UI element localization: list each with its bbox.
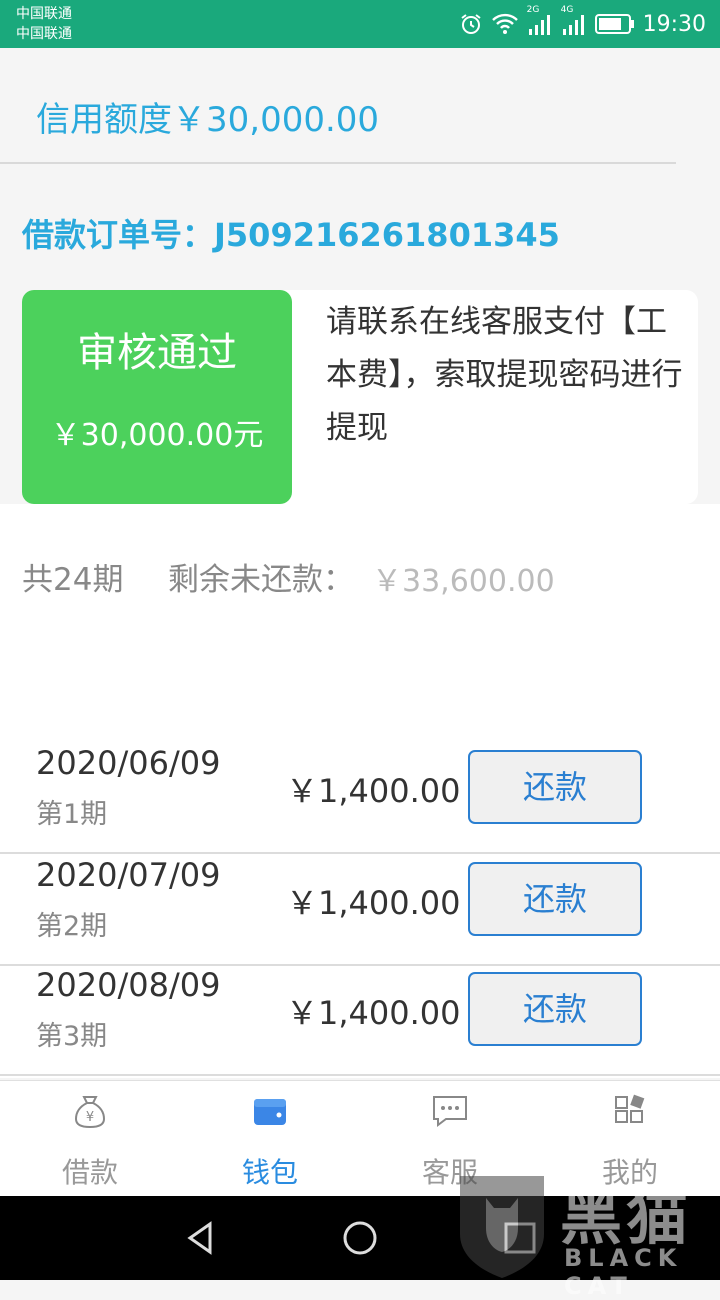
wifi-icon bbox=[491, 13, 518, 34]
alarm-icon bbox=[460, 14, 481, 34]
approval-status: 审核通过 bbox=[77, 330, 237, 376]
installment-term: 第3期 bbox=[36, 1021, 108, 1052]
installment-date: 2020/06/09 bbox=[36, 744, 221, 782]
installment-amount: ￥1,400.00 bbox=[286, 772, 461, 810]
installment-row: 2020/07/09 第2期 ￥1,400.00 还款 bbox=[0, 854, 720, 966]
status-icons: 2G 4G 19:30 bbox=[459, 5, 706, 40]
tab-label: 借款 bbox=[61, 1156, 118, 1189]
approval-amount: ￥30,000.00元 bbox=[50, 418, 264, 453]
remaining-value: ￥33,600.00 bbox=[372, 564, 555, 599]
tab-loan[interactable]: ¥ 借款 bbox=[0, 1081, 180, 1197]
carrier-2: 中国联通 bbox=[16, 26, 72, 42]
chat-icon bbox=[433, 1096, 467, 1127]
svg-text:¥: ¥ bbox=[86, 1110, 94, 1125]
installment-amount: ￥1,400.00 bbox=[286, 994, 461, 1032]
loan-order-number: 借款订单号：J509216261801345 bbox=[22, 216, 560, 254]
remaining-label: 剩余未还款： bbox=[168, 562, 354, 598]
tab-label: 钱包 bbox=[241, 1156, 298, 1189]
status-bar: 中国联通 中国联通 2G 4G 19:30 bbox=[0, 0, 720, 48]
approval-status-box: 审核通过 ￥30,000.00元 bbox=[22, 290, 292, 504]
watermark-subtext: BLACK CAT bbox=[564, 1244, 683, 1300]
repayment-summary: 共24期 剩余未还款： ￥33,600.00 bbox=[0, 504, 720, 624]
carrier-labels: 中国联通 中国联通 bbox=[16, 4, 72, 44]
battery-icon bbox=[594, 14, 634, 34]
credit-limit: 信用额度￥30,000.00 bbox=[36, 100, 380, 140]
installment-date: 2020/07/09 bbox=[36, 856, 221, 894]
black-cat-shield-icon bbox=[460, 1176, 544, 1278]
installment-amount: ￥1,400.00 bbox=[286, 884, 461, 922]
signal-icon-1: 2G bbox=[527, 5, 553, 37]
clock: 19:30 bbox=[642, 11, 706, 37]
repay-button[interactable]: 还款 bbox=[468, 972, 642, 1046]
money-bag-icon: ¥ bbox=[74, 1096, 106, 1129]
installment-list: 2020/06/09 第1期 ￥1,400.00 还款 2020/07/09 第… bbox=[0, 622, 720, 1078]
installment-term: 第2期 bbox=[36, 911, 108, 942]
carrier-1: 中国联通 bbox=[16, 6, 72, 22]
apps-icon bbox=[615, 1094, 645, 1123]
installment-term: 第1期 bbox=[36, 799, 108, 830]
watermark-logo: 黑猫 BLACK CAT bbox=[452, 1162, 720, 1300]
installment-row: 2020/08/09 第3期 ￥1,400.00 还款 bbox=[0, 964, 720, 1076]
back-icon[interactable] bbox=[178, 1216, 222, 1260]
divider bbox=[0, 162, 676, 164]
installment-row: 2020/06/09 第1期 ￥1,400.00 还款 bbox=[0, 742, 720, 854]
home-icon[interactable] bbox=[338, 1216, 382, 1260]
repay-button[interactable]: 还款 bbox=[468, 750, 642, 824]
signal-icon-2: 4G bbox=[561, 5, 587, 37]
watermark-text: 黑猫 bbox=[560, 1180, 693, 1253]
wallet-icon bbox=[254, 1099, 286, 1125]
withdraw-notice: 请联系在线客服支付【工本费】，索取提现密码进行提现 bbox=[326, 304, 683, 446]
installment-date: 2020/08/09 bbox=[36, 966, 221, 1004]
tab-wallet[interactable]: 钱包 bbox=[180, 1081, 360, 1197]
repay-button[interactable]: 还款 bbox=[468, 862, 642, 936]
total-periods: 共24期 bbox=[22, 562, 124, 598]
